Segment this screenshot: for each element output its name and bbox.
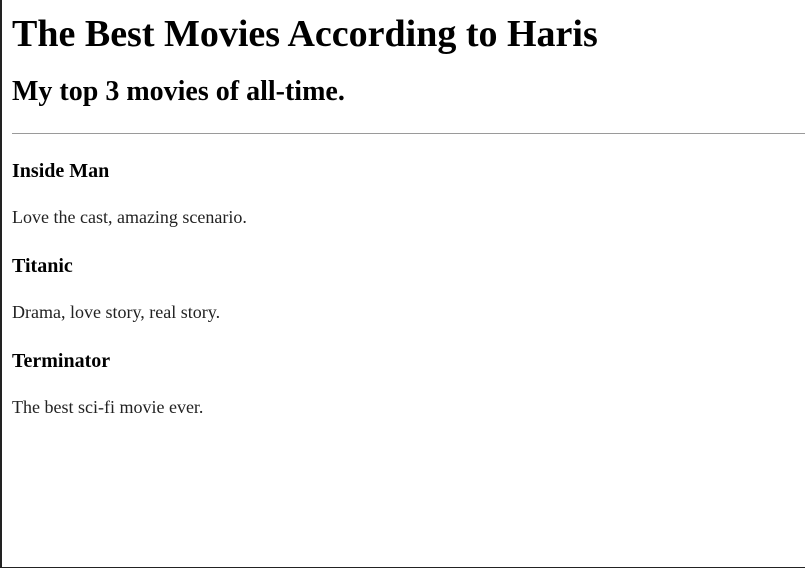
page-title: The Best Movies According to Haris xyxy=(12,13,598,55)
movie-description: Drama, love story, real story. xyxy=(12,302,221,322)
page-content: The Best Movies According to Haris My to… xyxy=(12,0,805,418)
movie-title: Inside Man xyxy=(12,160,110,182)
window-left-border xyxy=(0,0,2,568)
movie-title: Terminator xyxy=(12,350,111,372)
movie-item-terminator: Terminator The best sci-fi movie ever. xyxy=(12,349,805,418)
divider xyxy=(12,133,805,134)
movie-item-titanic: Titanic Drama, love story, real story. xyxy=(12,254,805,323)
page-subtitle: My top 3 movies of all-time. xyxy=(12,76,345,107)
movie-item-inside-man: Inside Man Love the cast, amazing scenar… xyxy=(12,159,805,228)
movie-description: The best sci-fi movie ever. xyxy=(12,397,204,417)
movie-title: Titanic xyxy=(12,255,73,277)
movie-description: Love the cast, amazing scenario. xyxy=(12,207,247,227)
